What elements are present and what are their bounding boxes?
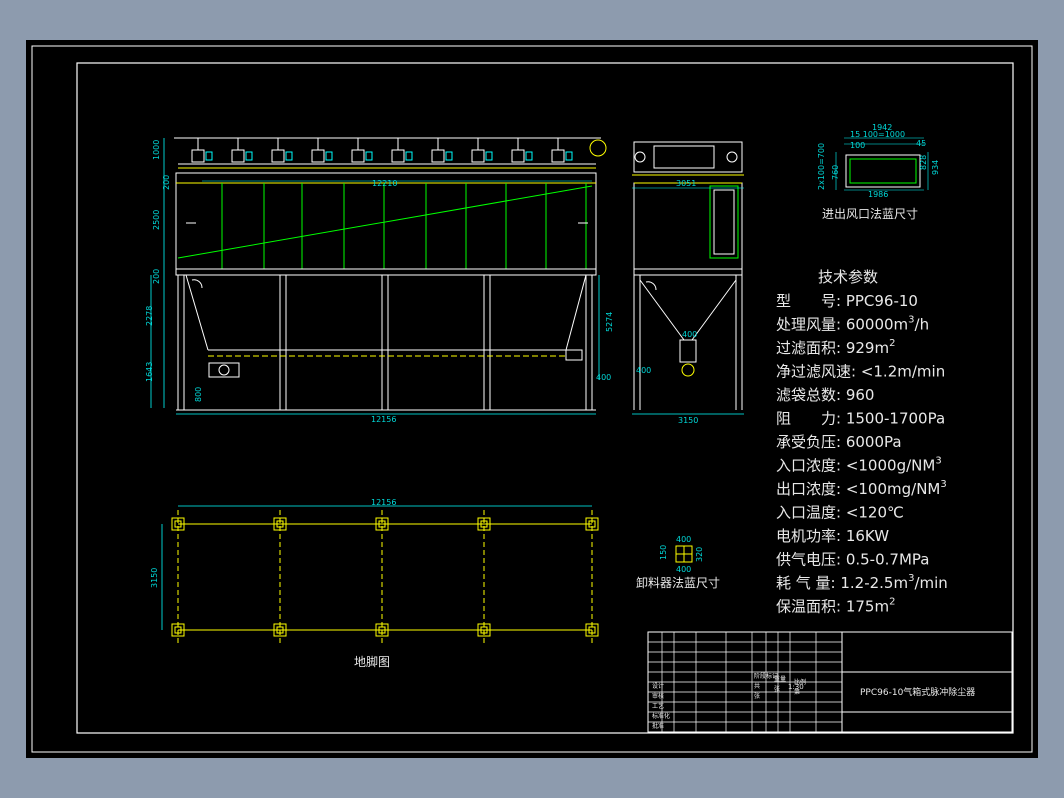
pulse-valve bbox=[431, 149, 445, 163]
plan-caption: 地脚图 bbox=[354, 654, 390, 669]
flange-b-dim: 15 100=1000 bbox=[850, 130, 905, 139]
pulse-valve bbox=[311, 149, 325, 163]
flange-e-dim: 760 bbox=[831, 165, 840, 180]
side-hopper-dim: 400 bbox=[682, 330, 697, 339]
tech-params: 技术参数 型 号: PPC96-10 处理风量: 60000m3/h 过滤面积: 9… bbox=[776, 268, 948, 616]
tech-param-row: 承受负压: 6000Pa bbox=[776, 433, 902, 451]
foundation-plan: 12156 3150 地脚图 bbox=[150, 498, 599, 669]
flange-h-dim: 1986 bbox=[868, 190, 888, 199]
title-block-cell: 审核 bbox=[652, 692, 664, 700]
title-block-cell: 设计 bbox=[652, 682, 664, 690]
tech-param-row: 入口温度: <120℃ bbox=[776, 504, 904, 522]
discharge-flange-view: 400 150 320 400 卸料器法蓝尺寸 bbox=[636, 535, 720, 590]
support-leg bbox=[279, 274, 287, 411]
discharge-right-dim: 320 bbox=[695, 547, 704, 562]
support-leg bbox=[381, 274, 389, 411]
pulse-valve bbox=[391, 149, 405, 163]
title-block-cell: 工艺 bbox=[652, 702, 664, 710]
title-block-cell: 批准 bbox=[652, 722, 664, 730]
plan-len-dim: 12156 bbox=[371, 498, 396, 507]
discharge-left-dim: 150 bbox=[659, 545, 668, 560]
title-block-cell: 张 bbox=[774, 685, 780, 693]
front-gap-dim: 200 bbox=[152, 269, 161, 284]
front-body-dim: 2500 bbox=[152, 210, 161, 230]
support-leg bbox=[483, 274, 491, 411]
front-view: 1000 200 2500 200 2278 1643 800 12156 12… bbox=[145, 137, 614, 424]
discharge-flange-caption: 卸料器法蓝尺寸 bbox=[636, 575, 720, 590]
flange-c-dim: 100 bbox=[850, 141, 865, 150]
title-block-cell: 第 bbox=[794, 688, 800, 696]
side-outlet-dim: 400 bbox=[636, 366, 651, 375]
title-block-cell: 重量 bbox=[774, 675, 786, 683]
discharge-top-dim: 400 bbox=[676, 535, 691, 544]
side-width-dim: 3150 bbox=[678, 416, 698, 425]
drawing-sheet: 1000 200 2500 200 2278 1643 800 12156 12… bbox=[31, 45, 1033, 753]
front-foot-dim: 800 bbox=[194, 387, 203, 402]
cad-viewport[interactable]: 1000 200 2500 200 2278 1643 800 12156 12… bbox=[26, 40, 1038, 758]
title-block-cell: 比例 bbox=[794, 678, 806, 686]
inlet-flange-view: 1942 15 100=1000 100 2x100=700 760 828 9… bbox=[817, 123, 940, 221]
tech-param-row: 出口浓度: <100mg/NM3 bbox=[776, 479, 947, 498]
tech-param-row: 型 号: PPC96-10 bbox=[776, 292, 918, 310]
tech-param-row: 入口浓度: <1000g/NM3 bbox=[776, 456, 942, 475]
pulse-valve bbox=[231, 149, 245, 163]
side-width-top-dim: 3051 bbox=[676, 179, 696, 188]
flange-f-dim: 828 bbox=[919, 155, 928, 170]
tech-param-row: 过滤面积: 929m2 bbox=[776, 338, 895, 357]
title-block-title: PPC96-10气箱式脉冲除尘器 bbox=[860, 686, 975, 698]
tech-param-row: 电机功率: 16KW bbox=[776, 527, 889, 545]
front-lower-dim: 1643 bbox=[145, 362, 154, 382]
pulse-valve bbox=[511, 149, 525, 163]
flange-g-dim: 934 bbox=[931, 160, 940, 175]
pulse-valve bbox=[551, 149, 565, 163]
front-hopper-dim: 2278 bbox=[145, 306, 154, 326]
pulse-valve bbox=[191, 149, 205, 163]
front-total-len-dim: 12156 bbox=[371, 415, 396, 424]
tech-param-row: 阻 力: 1500-1700Pa bbox=[776, 410, 945, 428]
tech-param-row: 供气电压: 0.5-0.7MPa bbox=[776, 551, 929, 569]
pulse-valve bbox=[471, 149, 485, 163]
front-band-dim: 200 bbox=[162, 175, 171, 190]
pulse-valve bbox=[271, 149, 285, 163]
title-block-cell: 标准化 bbox=[652, 712, 670, 720]
tech-params-heading: 技术参数 bbox=[818, 268, 878, 286]
tech-param-row: 保温面积: 175m2 bbox=[776, 597, 895, 616]
inlet-flange-caption: 进出风口法蓝尺寸 bbox=[822, 207, 918, 221]
tech-param-row: 净过滤风速: <1.2m/min bbox=[776, 363, 945, 381]
front-top-dim: 1000 bbox=[152, 140, 161, 160]
front-right-small-dim: 400 bbox=[596, 373, 611, 382]
tech-param-row: 处理风量: 60000m3/h bbox=[776, 315, 929, 334]
support-leg bbox=[585, 274, 593, 411]
title-block-cell: 张 bbox=[754, 692, 760, 700]
tech-param-row: 滤袋总数: 960 bbox=[776, 386, 874, 404]
pulse-valve bbox=[351, 149, 365, 163]
front-inner-len-dim: 12210 bbox=[372, 179, 397, 188]
discharge-bottom-dim: 400 bbox=[676, 565, 691, 574]
title-block-cell: 共 bbox=[754, 682, 760, 690]
plan-width-dim: 3150 bbox=[150, 568, 159, 588]
front-right-height-dim: 5274 bbox=[605, 312, 614, 332]
support-leg bbox=[177, 274, 185, 411]
flange-d-dim: 2x100=700 bbox=[817, 143, 826, 190]
title-block: PPC96-10气箱式脉冲除尘器 1:30 设计审核工艺标准化批准阶段标记重量比… bbox=[647, 631, 1013, 733]
tech-param-row: 耗 气 量: 1.2-2.5m3/min bbox=[776, 573, 948, 592]
side-view: 3051 3150 400 400 bbox=[632, 141, 744, 425]
flange-i-dim: 45 bbox=[916, 139, 926, 148]
